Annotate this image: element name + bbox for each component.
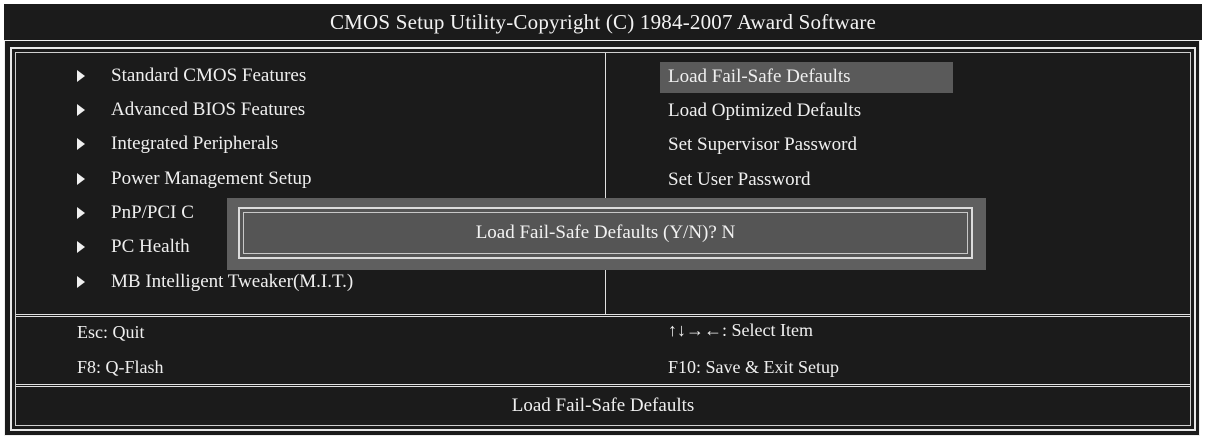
menu-item-load-optimized[interactable]: Load Optimized Defaults bbox=[668, 99, 861, 123]
status-line: Load Fail-Safe Defaults bbox=[511, 395, 695, 416]
menu-item-label: PC Health bbox=[111, 236, 190, 257]
menu-item-label: Standard CMOS Features bbox=[111, 65, 307, 86]
submenu-arrow-icon bbox=[77, 104, 85, 116]
submenu-arrow-icon bbox=[77, 241, 85, 253]
submenu-arrow-icon bbox=[77, 207, 85, 219]
divider-help-status bbox=[16, 384, 1190, 385]
title-bar: CMOS Setup Utility-Copyright (C) 1984-20… bbox=[4, 4, 1202, 40]
divider-menu-help-2 bbox=[16, 316, 1190, 317]
help-f10-save-exit: F10: Save & Exit Setup bbox=[668, 357, 839, 377]
submenu-arrow-icon bbox=[77, 173, 85, 185]
divider-menu-help bbox=[16, 314, 1190, 315]
submenu-arrow-icon bbox=[77, 276, 85, 288]
menu-item-supervisor-password[interactable]: Set Supervisor Password bbox=[668, 133, 857, 157]
menu-item-label: Power Management Setup bbox=[111, 168, 312, 189]
help-esc-quit: Esc: Quit bbox=[77, 322, 145, 342]
menu-item-user-password[interactable]: Set User Password bbox=[668, 168, 811, 192]
submenu-arrow-icon bbox=[77, 138, 85, 150]
menu-item-label: Integrated Peripherals bbox=[111, 133, 279, 154]
menu-item-load-fail-safe[interactable]: Load Fail-Safe Defaults bbox=[668, 65, 851, 89]
help-f8-qflash: F8: Q-Flash bbox=[77, 357, 164, 377]
menu-item-label: PnP/PCI C bbox=[111, 202, 194, 223]
column-divider bbox=[605, 53, 606, 314]
menu-item-label: Advanced BIOS Features bbox=[111, 99, 306, 120]
help-select-item: ↑↓→←: Select Item bbox=[668, 320, 813, 340]
menu-item-label: MB Intelligent Tweaker(M.I.T.) bbox=[111, 271, 354, 292]
submenu-arrow-icon bbox=[77, 70, 85, 82]
dialog-prompt[interactable]: Load Fail-Safe Defaults (Y/N)? N bbox=[238, 207, 973, 259]
bios-screen: CMOS Setup Utility-Copyright (C) 1984-20… bbox=[0, 0, 1206, 442]
